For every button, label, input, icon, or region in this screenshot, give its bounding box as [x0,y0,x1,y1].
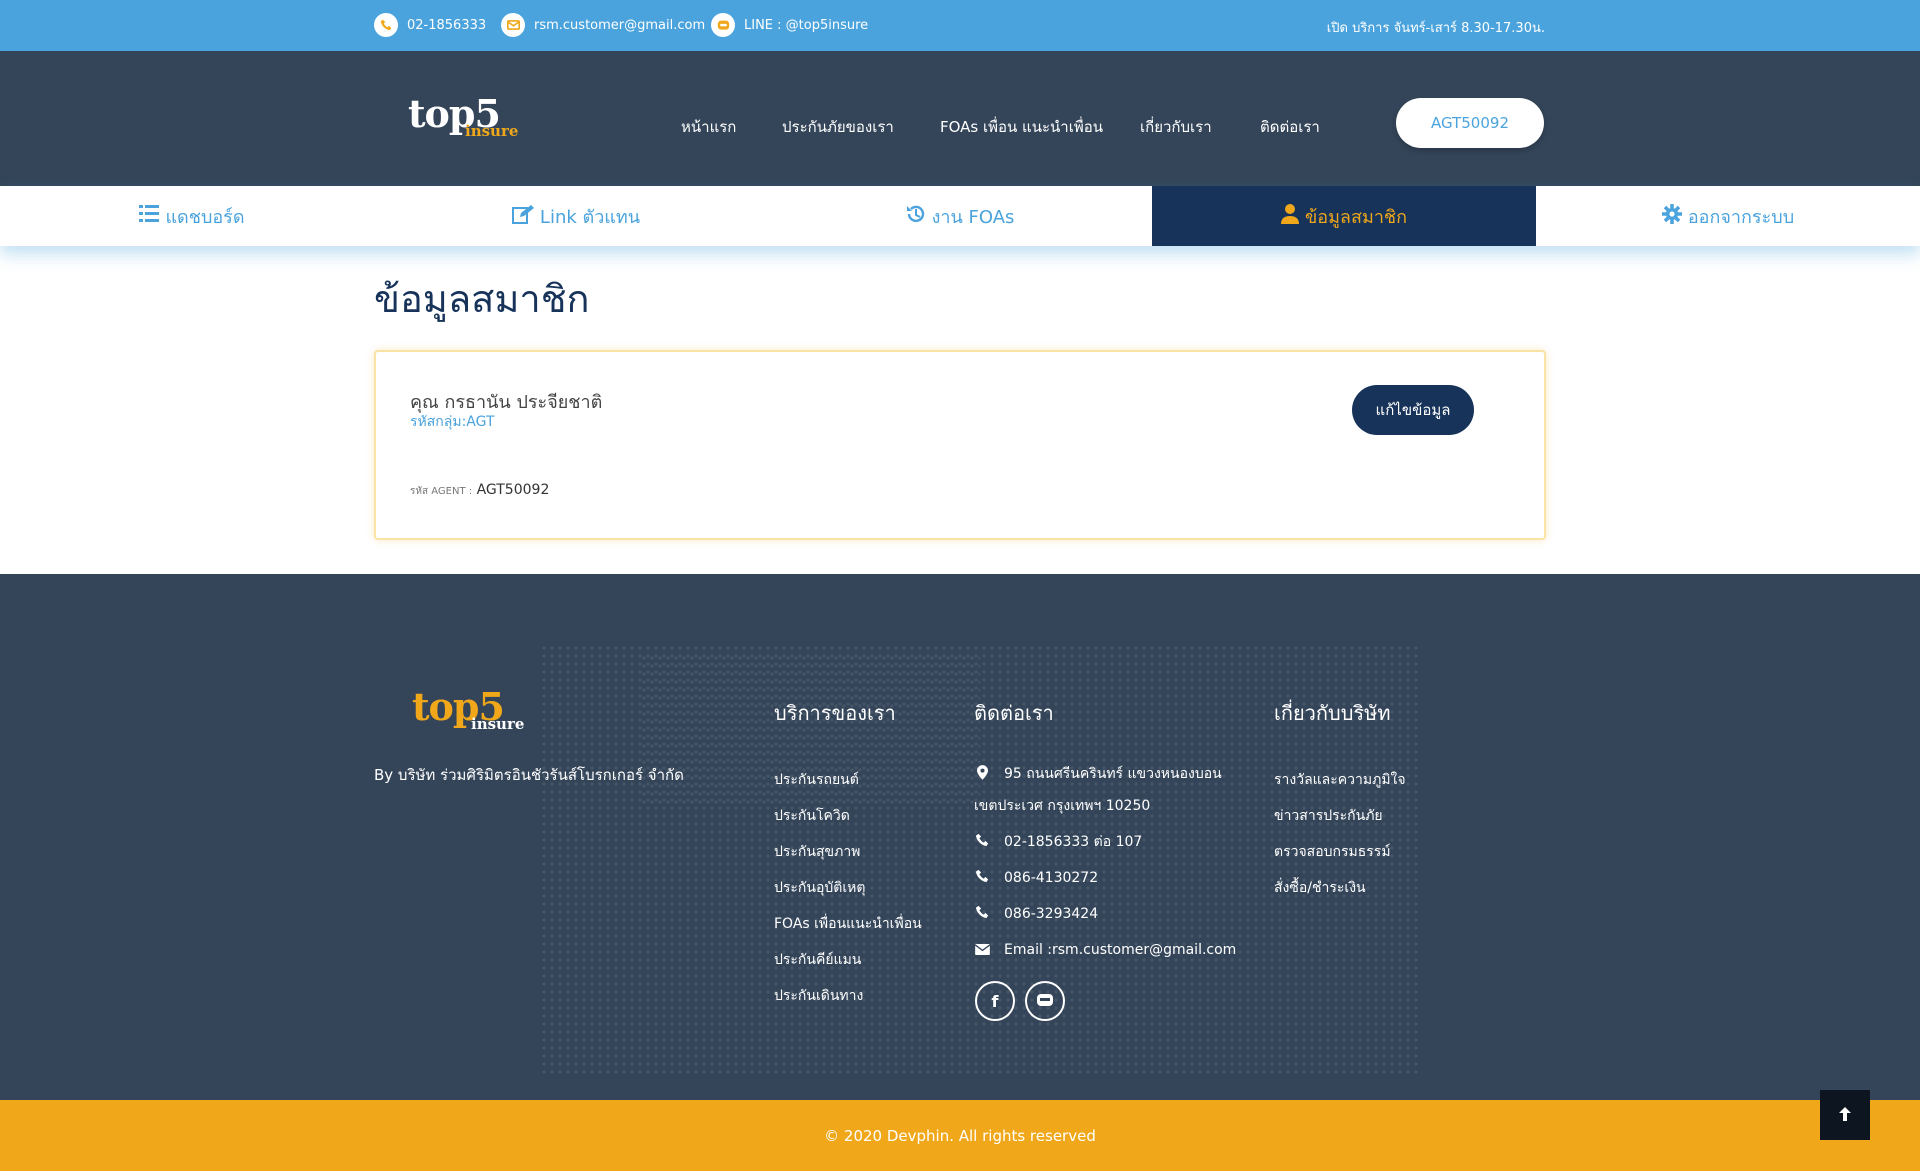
site-header: top5 insure หน้าแรก ประกันภัยของเรา FOAs… [0,51,1920,186]
nav-foas[interactable]: FOAs เพื่อน แนะนำเพื่อน [940,115,1103,139]
contact-address-line2: เขตประเวศ กรุงเทพฯ 10250 [974,798,1151,814]
site-logo[interactable]: top5 insure [408,95,518,139]
copyright-text: © 2020 Devphin. All rights reserved [824,1126,1096,1145]
gear-icon [1661,203,1682,229]
tab-member-info[interactable]: ข้อมูลสมาชิก [1152,186,1536,246]
footer-logo-sub: insure [471,715,525,733]
map-marker-icon [974,764,990,784]
edit-profile-button[interactable]: แก้ไขข้อมูล [1352,385,1474,435]
agent-code-value: AGT50092 [476,482,550,498]
agent-code-label: รหัส AGENT : [410,486,473,497]
member-group-code: รหัสกลุ่ม:AGT [410,414,495,430]
contact-email[interactable]: Email :rsm.customer@gmail.com [974,932,1236,968]
services-list: ประกันรถยนต์ ประกันโควิด ประกันสุขภาพ ปร… [774,762,922,1014]
social-links: f [975,981,1065,1021]
service-link-foas[interactable]: FOAs เพื่อนแนะนำเพื่อน [774,906,922,942]
agent-code-button[interactable]: AGT50092 [1396,98,1544,148]
line-icon [711,13,735,37]
service-link-car[interactable]: ประกันรถยนต์ [774,762,922,798]
phone-icon [974,905,990,923]
phone-icon [974,833,990,851]
service-link-covid[interactable]: ประกันโควิด [774,798,922,834]
contact-list: 95 ถนนศรีนครินทร์ แขวงหนองบอน เขตประเวศ … [974,760,1236,968]
topbar-phone[interactable]: 02-1856333 [374,13,486,37]
page-title: ข้อมูลสมาชิก [374,277,590,321]
nav-contact[interactable]: ติดต่อเรา [1260,115,1320,139]
member-tab-nav: แดชบอร์ด Link ตัวแทน งาน FOAs ข้อมูลสมาช… [0,186,1920,246]
service-link-travel[interactable]: ประกันเดินทาง [774,978,922,1014]
copyright-bar: © 2020 Devphin. All rights reserved [0,1100,1920,1171]
company-name: By บริษัท ร่วมศิริมิตรอินชัวรันส์โบรกเกอ… [374,766,684,784]
tab-agent-link[interactable]: Link ตัวแทน [384,186,768,246]
agent-code-line: รหัส AGENT : AGT50092 [410,482,549,499]
site-footer: top5 insure By บริษัท ร่วมศิริมิตรอินชัว… [0,574,1920,1100]
nav-about[interactable]: เกี่ยวกับเรา [1140,115,1212,139]
about-link-check-policy[interactable]: ตรวจสอบกรมธรรม์ [1274,834,1406,870]
services-title: บริการของเรา [774,701,896,725]
line-icon[interactable] [1025,981,1065,1021]
tab-dashboard[interactable]: แดชบอร์ด [0,186,384,246]
nav-home[interactable]: หน้าแรก [681,115,736,139]
contact-phone-1[interactable]: 02-1856333 ต่อ 107 [974,824,1236,860]
about-link-news[interactable]: ข่าวสารประกันภัย [1274,798,1406,834]
top-bar: 02-1856333 rsm.customer@gmail.com LINE :… [0,0,1920,51]
contact-address: 95 ถนนศรีนครินทร์ แขวงหนองบอน [974,760,1236,788]
contact-phone-3[interactable]: 086-3293424 [974,896,1236,932]
list-icon [139,205,160,227]
business-hours: เปิด บริการ จันทร์-เสาร์ 8.30-17.30น. [1326,21,1545,36]
edit-icon [511,204,534,229]
arrow-up-icon [1838,1103,1852,1127]
user-icon [1280,203,1299,229]
topbar-email[interactable]: rsm.customer@gmail.com [501,13,705,37]
facebook-icon[interactable]: f [975,981,1015,1021]
nav-insurance[interactable]: ประกันภัยของเรา [782,115,894,139]
phone-icon [374,13,398,37]
service-link-keyman[interactable]: ประกันคีย์แมน [774,942,922,978]
topbar-line[interactable]: LINE : @top5insure [711,13,868,37]
member-info-card: คุณ กรธานัน ประจียชาติ รหัสกลุ่ม:AGT รหั… [374,350,1546,540]
footer-logo[interactable]: top5 insure [412,688,524,732]
service-link-accident[interactable]: ประกันอุบัติเหตุ [774,870,922,906]
about-title: เกี่ยวกับบริษัท [1274,701,1391,725]
phone-icon [974,869,990,887]
about-link-order-payment[interactable]: สั่งซื้อ/ชำระเงิน [1274,870,1406,906]
envelope-icon [501,13,525,37]
tab-logout[interactable]: ออกจากระบบ [1536,186,1920,246]
about-list: รางวัลและความภูมิใจ ข่าวสารประกันภัย ตรว… [1274,762,1406,906]
tab-foas-work[interactable]: งาน FOAs [768,186,1152,246]
history-icon [906,204,926,229]
back-to-top-button[interactable] [1820,1090,1870,1140]
envelope-icon [974,941,990,959]
service-link-health[interactable]: ประกันสุขภาพ [774,834,922,870]
about-link-awards[interactable]: รางวัลและความภูมิใจ [1274,762,1406,798]
logo-sub: insure [465,122,519,140]
contact-title: ติดต่อเรา [974,701,1054,725]
contact-phone-2[interactable]: 086-4130272 [974,860,1236,896]
